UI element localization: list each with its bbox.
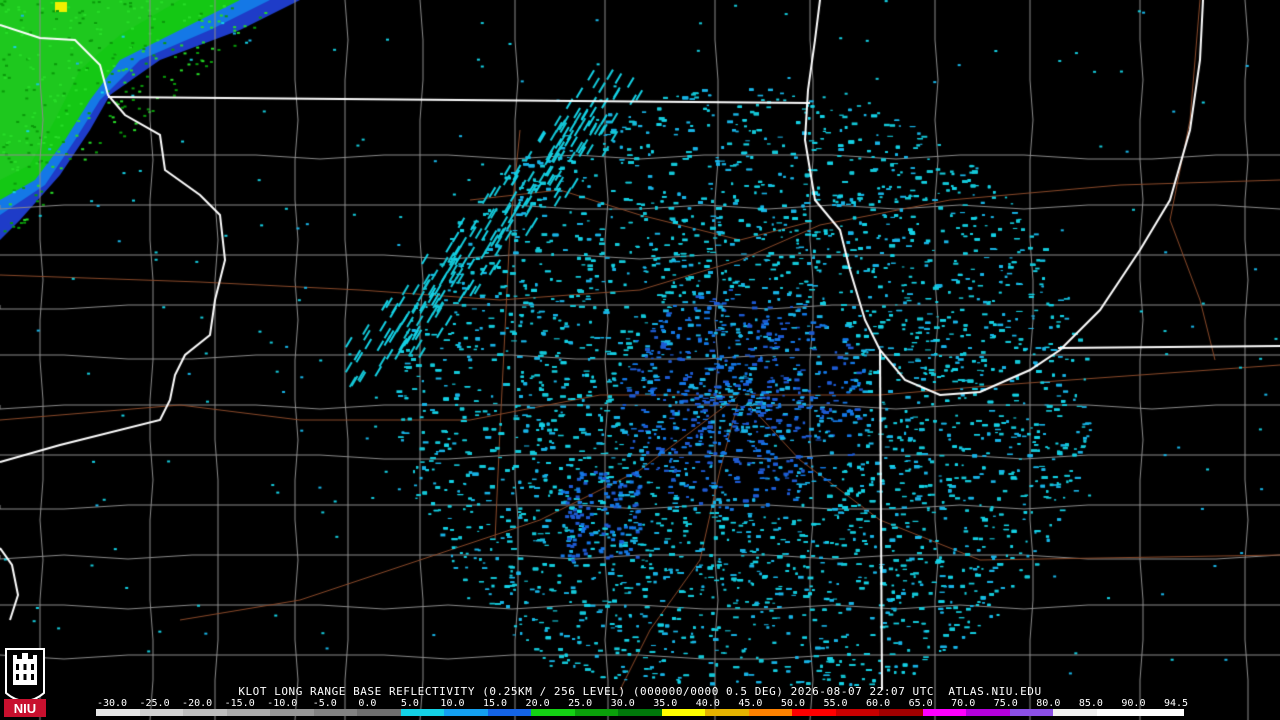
scale-label: 80.0: [1036, 698, 1061, 709]
scale-label: 55.0: [823, 698, 848, 709]
scale-label: -5.0: [312, 698, 337, 709]
scale-swatch: [1053, 709, 1097, 716]
scale-label: -10.0: [267, 698, 298, 709]
scale-swatch: [1096, 709, 1141, 716]
scale-swatch: [487, 709, 532, 716]
scale-swatch: [879, 709, 923, 716]
scale-label: 85.0: [1078, 698, 1103, 709]
scale-swatch: [1140, 709, 1184, 716]
scale-swatch: [966, 709, 1010, 716]
scale-swatch: [922, 709, 967, 716]
radar-reflectivity-map: [0, 0, 1280, 720]
scale-swatch: [270, 709, 314, 716]
scale-label: 65.0: [908, 698, 933, 709]
scale-swatch: [357, 709, 401, 716]
scale-label: 5.0: [400, 698, 419, 709]
scale-label: 20.0: [525, 698, 550, 709]
scale-swatch: [226, 709, 271, 716]
scale-swatch: [531, 709, 575, 716]
svg-text:NIU: NIU: [14, 701, 36, 716]
scale-swatch: [139, 709, 184, 716]
scale-swatch: [313, 709, 358, 716]
scale-swatch: [574, 709, 619, 716]
scale-label: -25.0: [139, 698, 170, 709]
scale-label: 25.0: [568, 698, 593, 709]
scale-label: 35.0: [653, 698, 678, 709]
scale-swatch: [96, 709, 140, 716]
scale-swatch: [792, 709, 836, 716]
scale-label: 0.0: [358, 698, 377, 709]
scale-swatch: [183, 709, 227, 716]
scale-label: 50.0: [780, 698, 805, 709]
scale-swatch: [444, 709, 488, 716]
scale-label: 70.0: [951, 698, 976, 709]
scale-label: -15.0: [224, 698, 255, 709]
niu-logo: NIU: [4, 648, 46, 717]
scale-label: 60.0: [866, 698, 891, 709]
scale-swatch: [1009, 709, 1054, 716]
color-scale-bar: [96, 709, 1184, 716]
scale-swatch: [835, 709, 880, 716]
scale-swatch: [400, 709, 445, 716]
scale-label: 15.0: [482, 698, 508, 709]
scale-label: 75.0: [993, 698, 1018, 709]
scale-swatch: [748, 709, 793, 716]
scale-label: 94.5: [1163, 698, 1189, 709]
scale-label: -30.0: [96, 698, 128, 709]
scale-label: 40.0: [695, 698, 720, 709]
scale-swatch: [661, 709, 706, 716]
scale-label: 45.0: [738, 698, 763, 709]
scale-label: 30.0: [610, 698, 635, 709]
scale-swatch: [705, 709, 749, 716]
scale-label: 10.0: [440, 698, 465, 709]
scale-label: -20.0: [182, 698, 213, 709]
scale-swatch: [618, 709, 662, 716]
product-title: KLOT LONG RANGE BASE REFLECTIVITY (0.25K…: [238, 685, 1042, 698]
scale-label: 90.0: [1121, 698, 1146, 709]
color-scale-labels: -30.0 -25.0 -20.0 -15.0 -10.0 -5.0 0.0 5.0 10.0 1…: [0, 698, 1280, 709]
